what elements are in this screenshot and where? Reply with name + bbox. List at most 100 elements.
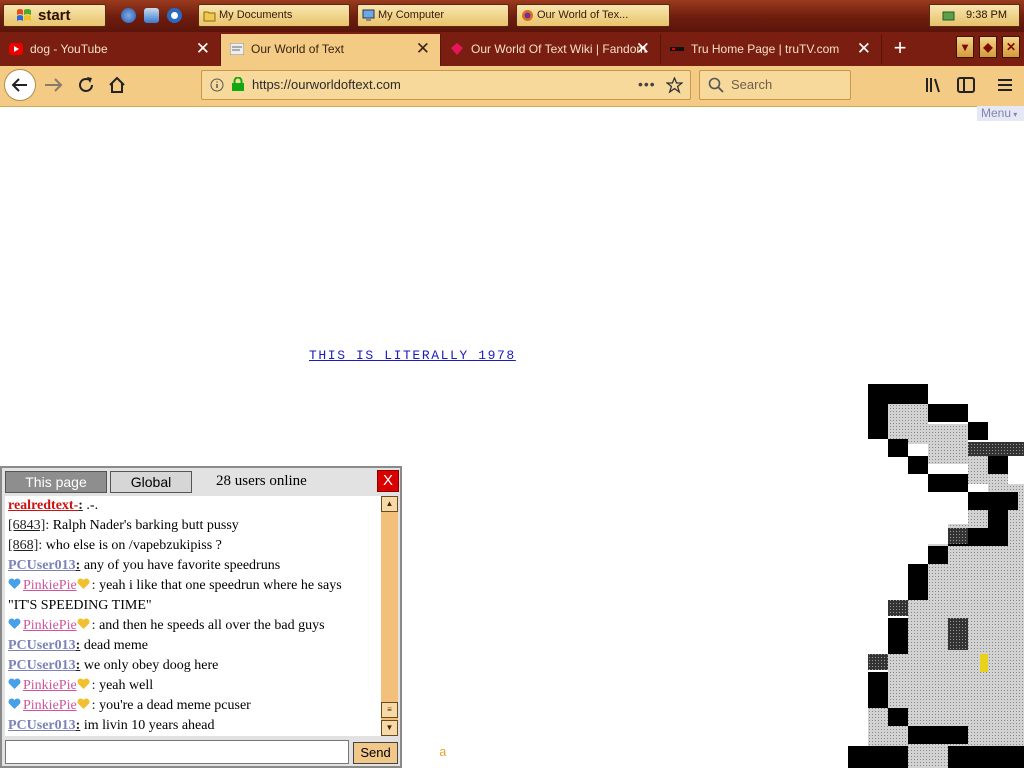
tab-title: Tru Home Page | truTV.com: [691, 42, 840, 56]
forward-icon[interactable]: [43, 75, 63, 95]
bookmark-star-icon[interactable]: [666, 77, 683, 94]
close-tab-icon[interactable]: ✕: [196, 34, 210, 64]
chat-log[interactable]: realredtext-: .-. [6843]: Ralph Nader's …: [5, 496, 381, 736]
chat-nick[interactable]: PCUser013: [8, 638, 76, 653]
tab-strip: dog - YouTube ✕ Our World of Text ✕ Our …: [0, 32, 1024, 66]
tab-title: Our World of Text: [251, 42, 344, 56]
tab-our-world-of-text[interactable]: Our World of Text ✕: [221, 34, 441, 66]
chat-send-button[interactable]: Send: [353, 742, 398, 764]
chat-scrollbar[interactable]: ▲ ≡ ▼: [381, 496, 398, 736]
url-bar[interactable]: https://ourworldoftext.com •••: [201, 70, 691, 100]
chat-nick[interactable]: PCUser013: [8, 718, 76, 733]
tab-dog-youtube[interactable]: dog - YouTube ✕: [0, 34, 221, 64]
chat-message: PinkiePie: yeah i like that one speedrun…: [5, 576, 381, 596]
blue-heart-icon: [8, 578, 21, 589]
arrow-left-icon: [11, 78, 27, 92]
window-label: Our World of Tex...: [537, 9, 629, 21]
colon: :: [91, 698, 96, 713]
reload-icon[interactable]: [76, 75, 96, 95]
computer-icon: [362, 9, 375, 21]
chat-nick[interactable]: PinkiePie: [23, 698, 77, 713]
chat-message: PinkiePie: and then he speeds all over t…: [5, 616, 381, 636]
sidebar-icon[interactable]: [956, 75, 976, 95]
colon: :: [75, 658, 81, 673]
scroll-up-icon[interactable]: ▲: [381, 496, 398, 512]
chat-message: PinkiePie: you're a dead meme pcuser: [5, 696, 381, 716]
chat-nick[interactable]: PinkiePie: [23, 678, 77, 693]
menu-label: Menu: [981, 106, 1012, 120]
pixel-art-cat-drawing: [848, 384, 1024, 768]
chat-text: Ralph Nader's barking butt pussy: [52, 518, 239, 533]
chat-text: who else is on /vapebzukipiss ?: [45, 538, 222, 553]
chat-text: .-.: [86, 498, 99, 513]
colon: :: [75, 718, 81, 733]
chat-nick[interactable]: PCUser013: [8, 558, 76, 573]
chat-message-continuation: "IT'S SPEEDING TIME": [5, 596, 381, 616]
chat-nick[interactable]: PinkiePie: [23, 618, 77, 633]
back-button[interactable]: [4, 69, 36, 101]
colon: :: [91, 678, 96, 693]
chat-message-input[interactable]: [5, 740, 349, 764]
new-tab-button[interactable]: +: [890, 36, 910, 60]
close-tab-icon[interactable]: ✕: [416, 34, 430, 64]
tab-owot-wiki-fandom[interactable]: Our World Of Text Wiki | Fandom ✕: [441, 34, 661, 64]
chat-tab-this-page[interactable]: This page: [5, 471, 107, 493]
chat-tab-global[interactable]: Global: [110, 471, 192, 493]
start-button[interactable]: start: [3, 4, 106, 27]
chat-message: PCUser013: any of you have favorite spee…: [5, 556, 381, 576]
window-label: My Documents: [219, 9, 293, 21]
hamburger-menu-icon[interactable]: [995, 75, 1015, 95]
chat-message: PinkiePie: yeah well: [5, 676, 381, 696]
chat-text: yeah well: [99, 678, 154, 693]
chat-nick[interactable]: PinkiePie: [23, 578, 77, 593]
outlook-icon[interactable]: [144, 8, 159, 23]
scroll-thumb[interactable]: ≡: [381, 702, 398, 718]
close-window-button[interactable]: ✕: [1002, 36, 1020, 58]
library-icon[interactable]: [924, 75, 944, 95]
chat-nick[interactable]: [868]: [8, 538, 38, 553]
system-tray: 9:38 PM: [929, 4, 1020, 27]
media-player-icon[interactable]: [167, 8, 182, 23]
youtube-icon: [9, 43, 23, 55]
clock[interactable]: 9:38 PM: [966, 5, 1007, 26]
chat-text: "IT'S SPEEDING TIME": [8, 598, 152, 613]
windows-logo-icon: [17, 9, 31, 21]
taskbar-window-our-world-of-text[interactable]: Our World of Tex...: [516, 4, 670, 27]
owot-icon: [230, 43, 244, 55]
search-placeholder: Search: [731, 77, 773, 92]
yellow-heart-icon: [77, 578, 90, 589]
minimize-button[interactable]: ▾: [956, 36, 974, 58]
close-tab-icon[interactable]: ✕: [636, 34, 650, 64]
chat-nick[interactable]: [6843]: [8, 518, 45, 533]
window-label: My Computer: [378, 9, 445, 21]
yellow-heart-icon: [77, 678, 90, 689]
colon: :: [38, 538, 43, 553]
search-bar[interactable]: Search: [699, 70, 851, 100]
maximize-button[interactable]: ◆: [979, 36, 997, 58]
tab-title: Our World Of Text Wiki | Fandom: [471, 42, 647, 56]
taskbar-window-my-computer[interactable]: My Computer: [357, 4, 509, 27]
page-actions-icon[interactable]: •••: [638, 76, 656, 92]
chevron-down-icon: ▾: [1011, 110, 1018, 119]
blue-heart-icon: [8, 618, 21, 629]
home-icon[interactable]: [107, 75, 127, 95]
world-text-link[interactable]: THIS IS LITERALLY 1978: [309, 348, 516, 363]
url-text: https://ourworldoftext.com: [252, 77, 401, 92]
chat-nick[interactable]: PCUser013: [8, 658, 76, 673]
owot-menu-button[interactable]: Menu ▾: [977, 106, 1024, 121]
scroll-down-icon[interactable]: ▼: [381, 720, 398, 736]
search-icon: [708, 77, 724, 93]
chat-text: dead meme: [83, 638, 148, 653]
tab-trutv[interactable]: Tru Home Page | truTV.com ✕: [661, 34, 882, 64]
network-icon[interactable]: [942, 9, 955, 22]
world-text-char: a: [439, 745, 447, 760]
chat-close-button[interactable]: X: [377, 470, 399, 492]
chat-text: yeah i like that one speedrun where he s…: [99, 578, 342, 593]
chat-message: [6843]: Ralph Nader's barking butt pussy: [5, 516, 381, 536]
close-tab-icon[interactable]: ✕: [857, 34, 871, 64]
info-icon[interactable]: [210, 78, 224, 92]
chat-nick[interactable]: realredtext-: [8, 498, 78, 513]
taskbar-window-my-documents[interactable]: My Documents: [198, 4, 350, 27]
ie-icon[interactable]: [121, 8, 136, 23]
colon: :: [78, 498, 83, 513]
